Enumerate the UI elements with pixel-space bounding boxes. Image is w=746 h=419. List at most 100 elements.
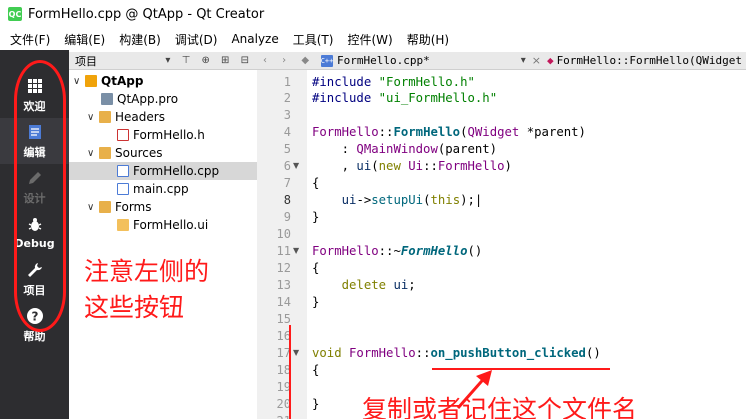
line-number: 20 <box>276 397 291 411</box>
line-number: 14 <box>276 295 291 309</box>
line-number: 5 <box>283 142 291 156</box>
close-icon[interactable]: × <box>532 54 541 67</box>
code-line: { <box>312 363 320 377</box>
line-number: 2 <box>283 91 291 105</box>
svg-text:?: ? <box>31 309 38 323</box>
code-line: #include "FormHello.h" <box>312 75 475 89</box>
editor-header: ‹ › ◆ C++ FormHello.cpp* ▾ × ◆ FormHello… <box>257 52 746 70</box>
line-number: 3 <box>283 108 291 122</box>
mode-welcome-label: 欢迎 <box>23 99 46 113</box>
folder-icon <box>99 147 111 159</box>
menu-debug[interactable]: 调试(D) <box>175 31 218 48</box>
bug-icon <box>28 218 41 231</box>
pro-file-icon <box>101 93 113 105</box>
chevron-down-icon[interactable]: ∨ <box>87 202 99 213</box>
help-icon: ? <box>26 307 43 324</box>
project-pane-header: 项目 ▾ ⊤ ⊕ ⊞ ⊟ <box>69 52 257 70</box>
ui-file-icon <box>117 219 129 231</box>
cpp-file-icon: C++ <box>320 54 334 67</box>
line-number: 12 <box>276 261 291 275</box>
tree-item-main-cpp[interactable]: main.cpp <box>117 180 189 198</box>
mode-projects-label: 项目 <box>23 283 46 297</box>
tree-item-qtapp[interactable]: ∨ QtApp <box>73 72 143 90</box>
wrench-icon <box>27 262 42 277</box>
menu-tools[interactable]: 工具(T) <box>293 31 334 48</box>
code-line: FormHello::~FormHello() <box>312 244 483 258</box>
line-number: 17 <box>276 346 291 360</box>
line-number: 11 <box>276 244 291 258</box>
pane-toolbar-icons[interactable]: ▾ ⊤ ⊕ ⊞ ⊟ <box>165 55 257 66</box>
mode-design-label: 设计 <box>23 191 46 205</box>
mode-welcome[interactable]: 欢迎 <box>0 72 69 118</box>
line-number: 16 <box>276 329 291 343</box>
tree-item-ui-file[interactable]: FormHello.ui <box>117 216 208 234</box>
annotation-note-line1: 注意左侧的 <box>84 257 210 286</box>
tree-item-headers[interactable]: ∨ Headers <box>87 108 165 126</box>
title-bar: QC FormHello.cpp @ QtApp - Qt Creator <box>0 0 746 28</box>
mode-sidebar: 欢迎 编辑 设计 Debug 项目 ? 帮助 <box>0 50 69 419</box>
line-number: 19 <box>276 380 291 394</box>
editor-tab-file[interactable]: C++ FormHello.cpp* <box>321 54 430 67</box>
header-file-icon <box>117 129 129 141</box>
window-title: FormHello.cpp @ QtApp - Qt Creator <box>28 6 265 22</box>
menu-bar: 文件(F) 编辑(E) 构建(B) 调试(D) Analyze 工具(T) 控件… <box>0 28 746 50</box>
fold-arrow-icon[interactable]: ▼ <box>293 158 299 174</box>
tree-item-formhello-cpp[interactable]: FormHello.cpp <box>69 162 257 180</box>
dropdown-arrow-icon[interactable]: ▾ <box>521 55 526 66</box>
code-line: FormHello::FormHello(QWidget *parent) <box>312 125 586 139</box>
folder-icon <box>99 201 111 213</box>
nav-arrows-icon[interactable]: ‹ › ◆ <box>257 55 321 66</box>
chevron-down-icon[interactable]: ∨ <box>73 76 85 87</box>
folder-icon <box>99 111 111 123</box>
line-number: 7 <box>283 176 291 190</box>
line-number: 10 <box>276 227 291 241</box>
code-line: } <box>312 295 320 309</box>
mode-projects[interactable]: 项目 <box>0 256 69 302</box>
tree-item-pro[interactable]: QtApp.pro <box>101 90 178 108</box>
mode-edit[interactable]: 编辑 <box>0 118 69 164</box>
code-line: #include "ui_FormHello.h" <box>312 91 498 105</box>
line-number: 13 <box>276 278 291 292</box>
project-tree: ∨ QtApp QtApp.pro ∨ Headers FormHello.h … <box>69 70 257 419</box>
qt-creator-icon: QC <box>8 7 22 21</box>
fold-arrow-icon[interactable]: ▼ <box>293 243 299 259</box>
fold-arrow-icon[interactable]: ▼ <box>293 345 299 361</box>
line-number: 9 <box>283 210 291 224</box>
code-line: ui->setupUi(this);| <box>341 193 483 207</box>
mode-help[interactable]: ? 帮助 <box>0 302 69 348</box>
tree-item-forms[interactable]: ∨ Forms <box>87 198 151 216</box>
line-number: 1 <box>283 75 291 89</box>
grid-icon <box>27 78 42 93</box>
code-line: } <box>312 210 320 224</box>
cpp-file-icon <box>117 183 129 195</box>
annotation-note-line2: 这些按钮 <box>84 293 185 322</box>
menu-build[interactable]: 构建(B) <box>119 31 161 48</box>
line-number: 8 <box>283 193 291 207</box>
code-line: delete ui; <box>341 278 416 292</box>
mode-design[interactable]: 设计 <box>0 164 69 210</box>
project-icon <box>85 75 97 87</box>
chevron-down-icon[interactable]: ∨ <box>87 148 99 159</box>
tree-item-sources[interactable]: ∨ Sources <box>87 144 162 162</box>
annotation-vertical-line <box>289 325 291 419</box>
mode-debug[interactable]: Debug <box>0 210 69 256</box>
menu-edit[interactable]: 编辑(E) <box>64 31 105 48</box>
cpp-file-icon <box>117 165 129 177</box>
mode-debug-label: Debug <box>14 237 55 250</box>
tree-item-header-file[interactable]: FormHello.h <box>117 126 205 144</box>
line-number: 21 <box>257 413 291 419</box>
menu-analyze[interactable]: Analyze <box>231 32 278 46</box>
mode-edit-label: 编辑 <box>23 145 46 159</box>
line-number: 15 <box>276 312 291 326</box>
menu-help[interactable]: 帮助(H) <box>407 31 449 48</box>
code-line: : QMainWindow(parent) <box>312 142 498 156</box>
mode-help-label: 帮助 <box>23 329 46 343</box>
menu-file[interactable]: 文件(F) <box>10 31 50 48</box>
chevron-down-icon[interactable]: ∨ <box>87 112 99 123</box>
function-icon: ◆ <box>546 54 554 67</box>
code-line: } <box>312 397 320 411</box>
code-line: void FormHello::on_pushButton_clicked() <box>312 346 601 360</box>
code-line: , ui(new Ui::FormHello) <box>312 159 512 173</box>
symbol-selector[interactable]: ◆ FormHello::FormHello(QWidget <box>547 54 746 67</box>
menu-controls[interactable]: 控件(W) <box>347 31 392 48</box>
